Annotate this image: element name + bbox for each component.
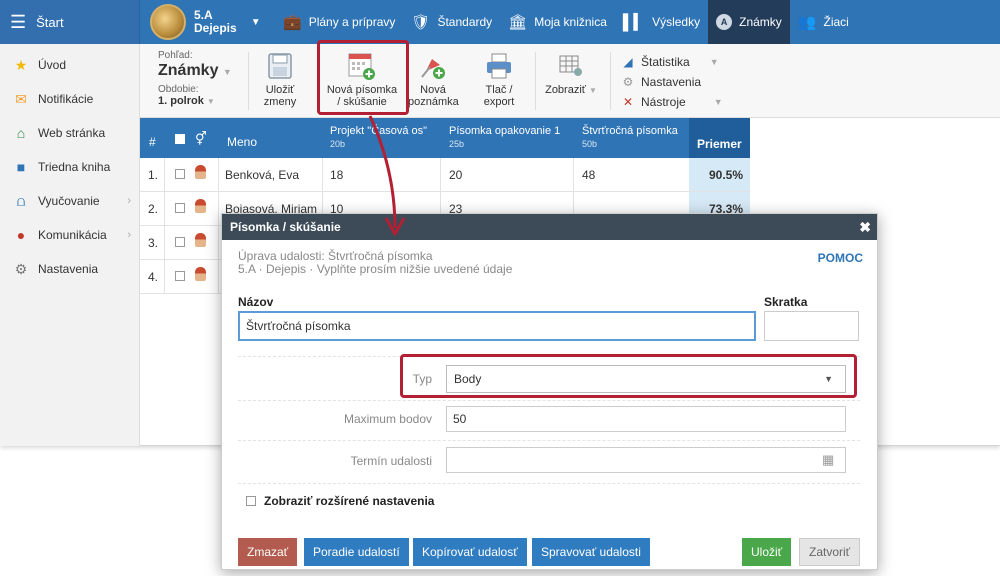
annotation-arrow	[368, 115, 406, 236]
